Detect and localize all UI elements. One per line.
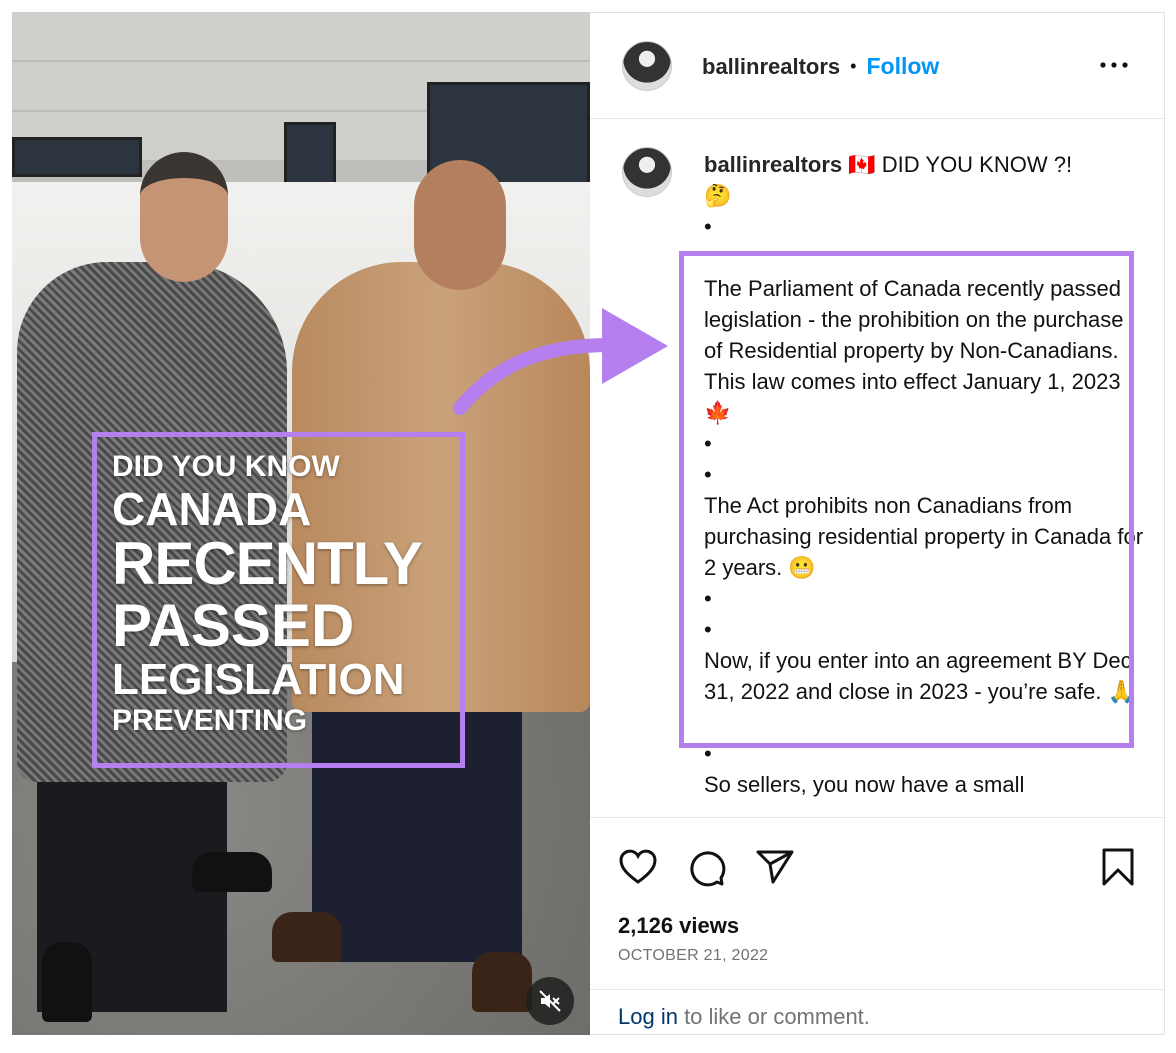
annotation-box-caption bbox=[679, 251, 1134, 748]
speaker-muted-icon bbox=[539, 990, 561, 1012]
avatar[interactable] bbox=[622, 41, 672, 91]
caption-avatar[interactable] bbox=[622, 147, 672, 197]
caption-paragraph: So sellers, you now have a small bbox=[704, 772, 1025, 797]
heart-icon[interactable] bbox=[618, 848, 658, 886]
login-link[interactable]: Log in bbox=[618, 1004, 678, 1029]
person-left-head bbox=[140, 152, 228, 282]
shoe bbox=[42, 942, 92, 1022]
post-date: OCTOBER 21, 2022 bbox=[618, 947, 769, 964]
post-header: ballinrealtors • Follow bbox=[590, 13, 1164, 119]
follow-button[interactable]: Follow bbox=[866, 53, 939, 80]
send-icon[interactable] bbox=[756, 848, 794, 886]
caption-first-line: 🇨🇦 DID YOU KNOW ?! bbox=[848, 152, 1073, 177]
annotation-arrow-icon bbox=[453, 308, 668, 415]
comment-icon[interactable] bbox=[688, 848, 728, 888]
more-options-button[interactable] bbox=[1098, 53, 1130, 77]
person-right-head bbox=[414, 160, 506, 290]
bookmark-icon[interactable] bbox=[1102, 848, 1134, 886]
building-window bbox=[12, 137, 142, 177]
more-horizontal-icon bbox=[1100, 62, 1128, 68]
mute-button[interactable] bbox=[526, 977, 574, 1025]
annotation-box-video bbox=[92, 432, 465, 768]
shoe bbox=[472, 952, 532, 1012]
login-text: to like or comment. bbox=[677, 1004, 870, 1029]
caption-username[interactable]: ballinrealtors bbox=[704, 152, 842, 177]
shoe bbox=[272, 912, 342, 962]
separator-dot: • bbox=[850, 56, 857, 76]
caption-bullet: • bbox=[704, 214, 712, 239]
caption-emoji: 🤔 bbox=[704, 183, 732, 208]
action-bar bbox=[590, 817, 1164, 1007]
shoe bbox=[192, 852, 272, 892]
view-count: 2,126 views bbox=[618, 913, 740, 938]
login-prompt: Log in to like or comment. bbox=[590, 989, 1164, 1036]
username-link[interactable]: ballinrealtors bbox=[702, 54, 840, 80]
